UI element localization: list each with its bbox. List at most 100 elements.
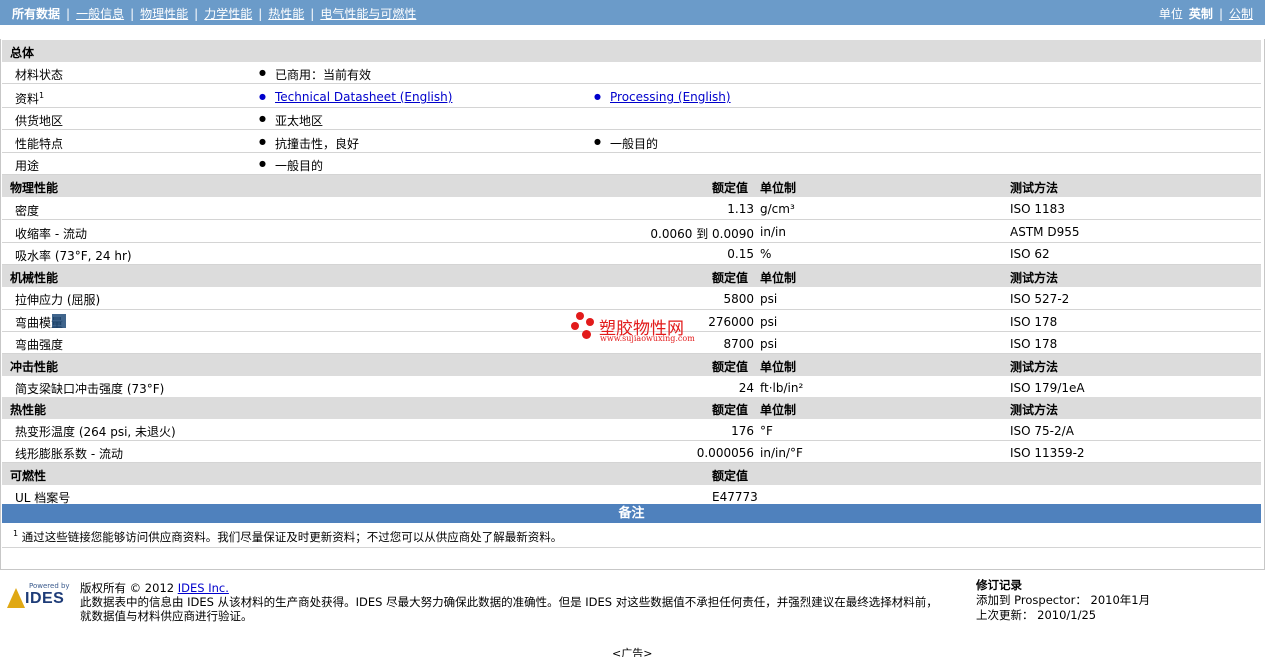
table-row: UL 档案号 E47773: [2, 485, 1261, 506]
nav-all-data[interactable]: 所有数据: [12, 5, 60, 22]
disclaimer-line: 就数据值与材料供应商进行验证。: [80, 609, 253, 623]
nav-separator: |: [1218, 6, 1223, 21]
test-method: ISO 179/1eA: [1010, 381, 1085, 395]
col-unit: 单位制: [760, 403, 797, 417]
section-header-general: 总体: [2, 40, 1261, 62]
property-name: 吸水率 (73°F, 24 hr): [15, 249, 132, 263]
property-unit: psi: [760, 292, 778, 306]
col-method: 测试方法: [1010, 271, 1059, 285]
col-nominal: 额定值: [712, 469, 749, 483]
row-value: 已商用：当前有效: [259, 66, 371, 83]
test-method: ISO 1183: [1010, 202, 1065, 216]
unit-label: 单位: [1158, 7, 1183, 21]
selection-highlight: [52, 314, 66, 328]
nav-mechanical[interactable]: 力学性能: [204, 5, 252, 22]
test-method: ISO 527-2: [1010, 292, 1070, 306]
revision-updated: 上次更新： 2010/1/25: [976, 608, 1097, 622]
row-label: 性能特点: [15, 137, 64, 151]
row-value: 抗撞击性，良好: [259, 135, 359, 152]
disclaimer-line: 此数据表中的信息由 IDES 从该材料的生产商处获得。IDES 尽最大努力确保此…: [80, 595, 938, 609]
section-title: 机械性能: [10, 271, 59, 285]
property-name: 简支梁缺口冲击强度 (73°F): [15, 382, 165, 396]
processing-link[interactable]: Processing (English): [594, 90, 731, 104]
revision-added: 添加到 Prospector： 2010年1月: [976, 593, 1151, 607]
footer: Powered by IDES 版权所有 © 2012 IDES Inc. 此数…: [0, 569, 1265, 623]
table-row: 线形膨胀系数 - 流动 0.000056 in/in/°F ISO 11359-…: [2, 441, 1261, 463]
property-unit: g/cm³: [760, 202, 795, 216]
unit-imperial: 英制: [1188, 7, 1213, 21]
logo-powered-by: Powered by: [29, 582, 70, 590]
logo-triangle-icon: [7, 588, 25, 608]
property-unit: %: [760, 247, 772, 261]
section-title: 物理性能: [10, 181, 59, 195]
test-method: ISO 178: [1010, 337, 1058, 351]
property-value: 24: [738, 381, 754, 395]
section-header-flammability: 可燃性 额定值: [2, 463, 1261, 485]
section-title: 冲击性能: [10, 360, 59, 374]
table-row: 简支梁缺口冲击强度 (73°F) 24 ft·lb/in² ISO 179/1e…: [2, 376, 1261, 398]
top-nav-bar: 所有数据 | 一般信息 | 物理性能 | 力学性能 | 热性能 | 电气性能与可…: [0, 0, 1265, 25]
property-value: 1.13: [727, 202, 754, 216]
ides-logo[interactable]: Powered by IDES: [7, 582, 71, 610]
property-value: 0.15: [727, 247, 754, 261]
property-value: 0.000056: [696, 446, 754, 460]
section-header-impact: 冲击性能 额定值 单位制 测试方法: [2, 354, 1261, 376]
unit-switcher: 单位 英制 | 公制: [1159, 5, 1253, 22]
property-unit: psi: [760, 337, 778, 351]
note-text: 1 通过这些链接您能够访问供应商资料。我们尽量保证及时更新资料；不过您可以从供应…: [13, 529, 563, 544]
watermark-dot: [582, 330, 591, 339]
technical-datasheet-link[interactable]: Technical Datasheet (English): [259, 90, 452, 104]
row-documents: 资料1 Technical Datasheet (English) Proces…: [2, 85, 1261, 108]
row-label: 材料状态: [15, 68, 64, 82]
nav-physical[interactable]: 物理性能: [140, 5, 188, 22]
nav-separator: |: [66, 6, 71, 21]
property-name: 密度: [15, 204, 40, 218]
property-value: 0.0060 到 0.0090: [650, 227, 754, 241]
section-title: 热性能: [10, 403, 47, 417]
test-method: ISO 62: [1010, 247, 1050, 261]
watermark-url: www.sujiaowuxing.com: [600, 334, 695, 343]
section-title: 总体: [10, 46, 35, 60]
nav-separator: |: [310, 6, 315, 21]
property-name: 线形膨胀系数 - 流动: [15, 447, 123, 461]
nav-separator: |: [130, 6, 135, 21]
property-name: 热变形温度 (264 psi, 未退火): [15, 425, 176, 439]
col-method: 测试方法: [1010, 403, 1059, 417]
test-method: ISO 75-2/A: [1010, 424, 1074, 438]
row-label: 用途: [15, 159, 40, 173]
property-name: 弯曲强度: [15, 338, 64, 352]
ad-label: <广告>: [612, 647, 653, 657]
table-row: 收缩率 - 流动 0.0060 到 0.0090 in/in ASTM D955: [2, 220, 1261, 243]
table-row: 拉伸应力 (屈服) 5800 psi ISO 527-2: [2, 287, 1261, 310]
property-name: 收缩率 - 流动: [15, 227, 87, 241]
nav-general-info[interactable]: 一般信息: [76, 5, 124, 22]
section-header-mechanical: 机械性能 额定值 单位制 测试方法: [2, 265, 1261, 287]
col-method: 测试方法: [1010, 360, 1059, 374]
row-uses: 用途 一般目的: [2, 153, 1261, 175]
property-value: E47773: [712, 490, 758, 504]
row-value: 一般目的: [259, 157, 323, 174]
col-method: 测试方法: [1010, 181, 1059, 195]
test-method: ASTM D955: [1010, 225, 1080, 239]
col-nominal: 额定值: [712, 271, 749, 285]
property-unit: ft·lb/in²: [760, 381, 804, 395]
nav-thermal[interactable]: 热性能: [268, 5, 304, 22]
test-method: ISO 178: [1010, 315, 1058, 329]
section-nav: 所有数据 | 一般信息 | 物理性能 | 力学性能 | 热性能 | 电气性能与可…: [12, 5, 416, 22]
property-unit: °F: [760, 424, 773, 438]
row-value: 一般目的: [594, 135, 658, 152]
unit-metric-link[interactable]: 公制: [1229, 5, 1253, 22]
ides-link[interactable]: IDES Inc.: [178, 581, 229, 595]
col-nominal: 额定值: [712, 360, 749, 374]
test-method: ISO 11359-2: [1010, 446, 1085, 460]
watermark-dot: [576, 312, 584, 320]
property-unit: in/in: [760, 225, 786, 239]
notes-header: 备注: [2, 504, 1261, 523]
property-value: 276000: [708, 315, 754, 329]
table-row: 吸水率 (73°F, 24 hr) 0.15 % ISO 62: [2, 243, 1261, 265]
table-row: 热变形温度 (264 psi, 未退火) 176 °F ISO 75-2/A: [2, 419, 1261, 441]
row-label: 供货地区: [15, 114, 64, 128]
nav-electrical-flammability[interactable]: 电气性能与可燃性: [320, 5, 416, 22]
revision-title: 修订记录: [976, 578, 1022, 592]
watermark-dot: [571, 322, 579, 330]
